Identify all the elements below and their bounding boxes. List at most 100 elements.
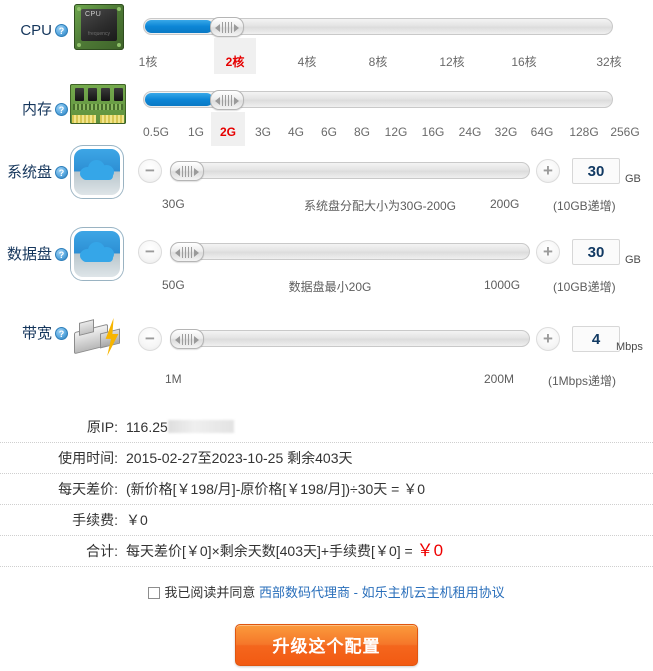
system-disk-value-input[interactable]: 30 xyxy=(572,158,620,184)
system-disk-unit: GB xyxy=(625,173,641,185)
data-disk-slider-handle[interactable] xyxy=(170,242,204,262)
summary-value: (新价格[￥198/月]-原价格[￥198/月])÷30天 = ￥0 xyxy=(126,481,426,497)
memory-tick-selected[interactable]: 2G xyxy=(220,125,236,139)
memory-label: 内存 xyxy=(21,101,52,118)
summary-value: 每天差价[￥0]×剩余天数[403天]+手续费[￥0] = ￥0 xyxy=(126,536,443,566)
system-disk-plus-button[interactable]: + xyxy=(536,159,560,183)
summary-row-original-ip: 原IP: 116.25 xyxy=(0,412,653,443)
bandwidth-minus-button[interactable]: − xyxy=(138,327,162,351)
agreement-checkbox[interactable] xyxy=(148,587,161,599)
system-disk-minus-button[interactable]: − xyxy=(138,159,162,183)
summary-value: 2015-02-27至2023-10-25 剩余403天 xyxy=(126,450,353,466)
data-disk-unit: GB xyxy=(625,254,641,266)
cloud-disk-icon xyxy=(71,228,123,280)
minus-icon: − xyxy=(145,242,155,261)
summary-label: 合计: xyxy=(86,543,118,559)
bandwidth-plus-button[interactable]: + xyxy=(536,327,560,351)
plus-icon: + xyxy=(543,161,553,180)
bandwidth-slider-handle[interactable] xyxy=(170,329,204,349)
agreement-row: 我已阅读并同意 西部数码代理商 - 如乐主机云主机租用协议 xyxy=(0,582,653,601)
bandwidth-slider[interactable] xyxy=(170,329,530,349)
memory-tick[interactable]: 3G xyxy=(255,125,271,139)
data-disk-step-note: (10GB递增) xyxy=(553,280,616,294)
cpu-tick[interactable]: 1核 xyxy=(139,53,158,70)
bandwidth-label: 带宽 xyxy=(21,325,52,342)
help-icon[interactable]: ? xyxy=(55,327,68,340)
system-disk-step-note: (10GB递增) xyxy=(553,199,616,213)
system-disk-hint: 系统盘分配大小为30G-200G xyxy=(303,199,457,213)
bandwidth-unit: Mbps xyxy=(616,341,643,353)
memory-label-group: 内存? xyxy=(0,98,68,119)
ram-stick-icon xyxy=(70,84,126,124)
bandwidth-min-label: 1M xyxy=(165,372,182,386)
help-icon[interactable]: ? xyxy=(55,24,68,37)
memory-tick[interactable]: 128G xyxy=(569,125,598,139)
total-formula: 每天差价[￥0]×剩余天数[403天]+手续费[￥0] = xyxy=(126,543,417,559)
data-disk-plus-button[interactable]: + xyxy=(536,240,560,264)
data-disk-minus-button[interactable]: − xyxy=(138,240,162,264)
bandwidth-step-note: (1Mbps递增) xyxy=(548,374,617,388)
summary-table: 原IP: 116.25 使用时间: 2015-02-27至2023-10-25 … xyxy=(0,412,653,567)
cpu-label-group: CPU? xyxy=(0,22,68,39)
memory-slider[interactable] xyxy=(143,90,613,110)
cpu-tick[interactable]: 12核 xyxy=(439,53,464,70)
memory-tick[interactable]: 16G xyxy=(422,125,445,139)
help-icon[interactable]: ? xyxy=(55,166,68,179)
cpu-tick[interactable]: 8核 xyxy=(369,53,388,70)
memory-tick[interactable]: 32G xyxy=(495,125,518,139)
system-disk-slider-handle[interactable] xyxy=(170,161,204,181)
system-disk-min-label: 30G xyxy=(162,197,185,211)
cpu-tick[interactable]: 16核 xyxy=(511,53,536,70)
help-icon[interactable]: ? xyxy=(55,248,68,261)
memory-tick[interactable]: 6G xyxy=(321,125,337,139)
summary-label: 每天差价: xyxy=(58,481,118,497)
cloud-disk-icon xyxy=(71,146,123,198)
memory-slider-fill xyxy=(145,93,213,106)
cpu-tick-selected[interactable]: 2核 xyxy=(226,53,245,70)
memory-tick[interactable]: 1G xyxy=(188,125,204,139)
data-disk-min-label: 50G xyxy=(162,278,185,292)
system-disk-max-label: 200G xyxy=(490,197,520,211)
memory-tick[interactable]: 0.5G xyxy=(143,125,169,139)
memory-tick[interactable]: 12G xyxy=(385,125,408,139)
cpu-slider-handle[interactable] xyxy=(210,17,244,37)
cpu-tick[interactable]: 32核 xyxy=(596,53,621,70)
data-disk-label-group: 数据盘? xyxy=(0,243,68,264)
memory-tick[interactable]: 64G xyxy=(531,125,554,139)
upgrade-config-button[interactable]: 升级这个配置 xyxy=(235,624,418,666)
minus-icon: − xyxy=(145,161,155,180)
network-plug-icon xyxy=(72,318,128,358)
submit-area: 升级这个配置 xyxy=(0,624,653,666)
memory-tick[interactable]: 4G xyxy=(288,125,304,139)
summary-label: 原IP: xyxy=(86,419,118,435)
summary-label: 使用时间: xyxy=(58,450,118,466)
summary-value: 116.25 xyxy=(126,412,234,442)
summary-row-service-fee: 手续费: ￥0 xyxy=(0,505,653,536)
agreement-text: 我已阅读并同意 xyxy=(164,585,256,600)
memory-slider-handle[interactable] xyxy=(210,90,244,110)
bandwidth-max-label: 200M xyxy=(484,372,515,386)
data-disk-slider[interactable] xyxy=(170,242,530,262)
minus-icon: − xyxy=(145,329,155,348)
cpu-slider[interactable] xyxy=(143,17,613,37)
help-icon[interactable]: ? xyxy=(55,103,68,116)
memory-tick[interactable]: 256G xyxy=(610,125,639,139)
memory-tick[interactable]: 24G xyxy=(459,125,482,139)
original-ip-value: 116.25 xyxy=(126,419,168,435)
system-disk-label-group: 系统盘? xyxy=(0,161,68,182)
system-disk-label: 系统盘 xyxy=(6,164,52,181)
agreement-link[interactable]: 西部数码代理商 - 如乐主机云主机租用协议 xyxy=(259,585,505,600)
summary-row-total: 合计: 每天差价[￥0]×剩余天数[403天]+手续费[￥0] = ￥0 xyxy=(0,536,653,567)
plus-icon: + xyxy=(543,242,553,261)
summary-row-daily-difference: 每天差价: (新价格[￥198/月]-原价格[￥198/月])÷30天 = ￥0 xyxy=(0,474,653,505)
redacted-block xyxy=(167,420,234,433)
data-disk-value-input[interactable]: 30 xyxy=(572,239,620,265)
system-disk-slider[interactable] xyxy=(170,161,530,181)
bandwidth-value-input[interactable]: 4 xyxy=(572,326,620,352)
cpu-label: CPU xyxy=(20,22,52,39)
memory-tick[interactable]: 8G xyxy=(354,125,370,139)
plus-icon: + xyxy=(543,329,553,348)
cpu-slider-fill xyxy=(145,20,213,33)
cpu-chip-icon: CPU frequency xyxy=(74,4,124,50)
cpu-tick[interactable]: 4核 xyxy=(298,53,317,70)
